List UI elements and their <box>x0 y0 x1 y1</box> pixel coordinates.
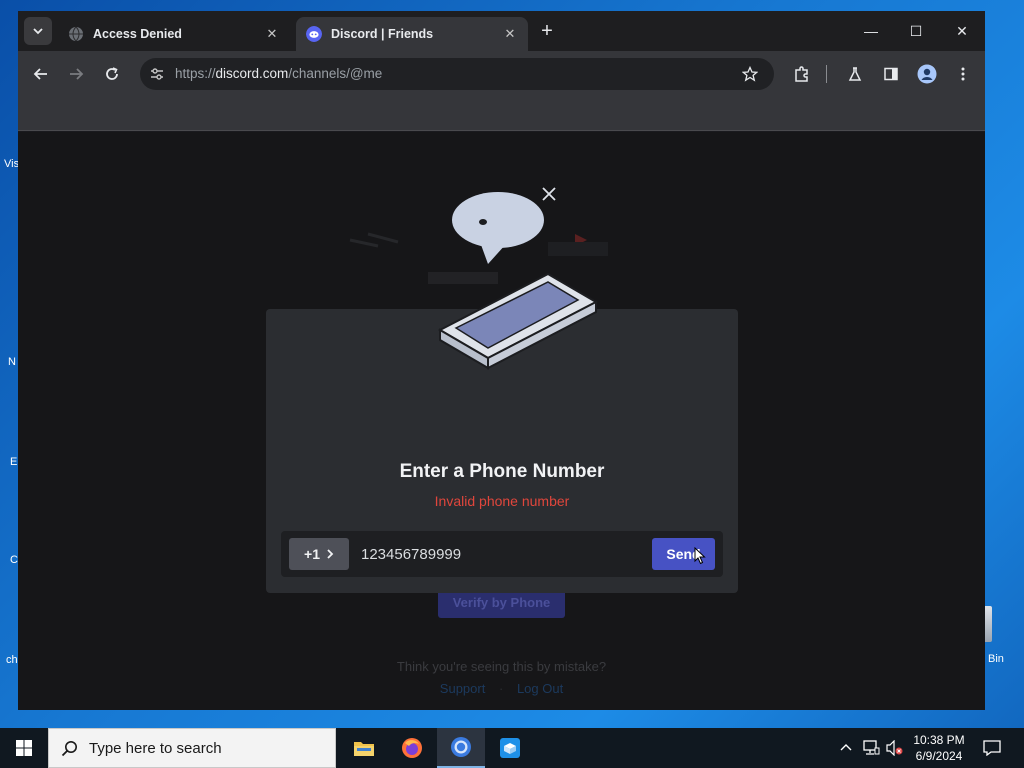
phone-illustration <box>349 187 608 370</box>
search-icon <box>61 741 77 757</box>
taskbar-firefox[interactable] <box>388 728 436 768</box>
phone-input-row: +1 Send <box>281 531 723 577</box>
url-path: /channels/@me <box>288 66 383 81</box>
puzzle-icon <box>794 65 808 82</box>
globe-icon <box>69 26 83 42</box>
page-content: Verify by Phone Think you're seeing this… <box>18 132 985 710</box>
tab-access-denied[interactable]: Access Denied ✕ <box>58 17 290 51</box>
arrow-right-icon <box>70 68 84 80</box>
side-panel-button[interactable] <box>880 63 902 85</box>
mouse-cursor-icon <box>694 547 706 565</box>
menu-button[interactable] <box>952 63 974 85</box>
discord-icon <box>306 26 322 42</box>
clock[interactable]: 10:38 PM 6/9/2024 <box>905 732 973 764</box>
close-window-button[interactable]: ✕ <box>939 19 985 43</box>
chrome-icon <box>451 737 471 757</box>
reload-button[interactable] <box>101 63 123 85</box>
close-tab-icon[interactable]: ✕ <box>264 26 280 42</box>
url-host: discord.com <box>215 66 289 81</box>
chevron-down-icon <box>33 28 43 35</box>
taskbar: Type here to search 10:38 PM 6/9/2024 <box>0 728 1024 768</box>
windows-logo-icon <box>16 740 32 756</box>
desktop-icon-label[interactable]: E <box>10 456 17 468</box>
url-text: https://discord.com/channels/@me <box>175 66 382 81</box>
address-bar[interactable]: https://discord.com/channels/@me <box>140 58 774 90</box>
start-button[interactable] <box>0 728 48 768</box>
taskbar-file-explorer[interactable] <box>340 728 388 768</box>
taskbar-chrome[interactable] <box>437 728 485 768</box>
support-links: Support · Log Out <box>18 681 985 696</box>
bookmarks-bar <box>18 97 985 131</box>
phone-number-input[interactable] <box>361 544 641 564</box>
support-link[interactable]: Support <box>440 681 486 696</box>
site-info-icon[interactable] <box>150 67 164 81</box>
bookmark-star-icon[interactable] <box>742 66 758 82</box>
country-code-button[interactable]: +1 <box>289 538 349 570</box>
search-placeholder: Type here to search <box>89 740 222 757</box>
tab-search-button[interactable] <box>24 17 52 45</box>
toolbar-divider <box>826 65 827 83</box>
modal-title: Enter a Phone Number <box>399 461 605 482</box>
maximize-button[interactable]: ☐ <box>893 19 939 43</box>
network-icon[interactable] <box>862 740 880 756</box>
clock-date: 6/9/2024 <box>915 749 963 763</box>
desktop-icon-label[interactable]: Bin <box>988 653 1004 665</box>
desktop-icon-label[interactable]: N <box>8 356 16 368</box>
clock-time: 10:38 PM <box>913 733 965 747</box>
notifications-icon[interactable] <box>983 740 1001 756</box>
side-panel-icon <box>884 67 898 81</box>
error-message: Invalid phone number <box>434 493 570 509</box>
taskbar-search[interactable]: Type here to search <box>48 728 336 768</box>
folder-icon <box>354 742 374 756</box>
volume-muted-icon[interactable] <box>886 740 904 756</box>
url-scheme: https:// <box>175 66 216 81</box>
taskbar-app[interactable] <box>486 728 534 768</box>
country-code: +1 <box>304 546 320 562</box>
desktop-icon-label[interactable]: C <box>10 554 18 566</box>
avatar-icon <box>917 64 937 84</box>
arrow-left-icon <box>33 68 47 80</box>
labs-button[interactable] <box>844 63 866 85</box>
tab-strip: Access Denied ✕ Discord | Friends ✕ + — … <box>18 11 985 51</box>
link-separator: · <box>498 681 504 696</box>
flask-icon <box>848 67 862 81</box>
browser-toolbar: https://discord.com/channels/@me <box>18 51 985 97</box>
chevron-right-icon <box>327 549 334 559</box>
app-box-icon <box>500 738 520 758</box>
back-button[interactable] <box>30 63 52 85</box>
desktop-icon-label[interactable]: Vis <box>4 158 19 170</box>
tab-discord-friends[interactable]: Discord | Friends ✕ <box>296 17 528 51</box>
desktop-icon-label[interactable]: ch <box>6 654 18 666</box>
reload-icon <box>106 67 118 80</box>
new-tab-button[interactable]: + <box>536 21 558 43</box>
profile-button[interactable] <box>916 63 938 85</box>
tab-title: Discord | Friends <box>331 27 434 41</box>
tab-title: Access Denied <box>93 27 182 41</box>
logout-link[interactable]: Log Out <box>517 681 563 696</box>
close-tab-icon[interactable]: ✕ <box>502 26 518 42</box>
extensions-button[interactable] <box>790 63 812 85</box>
forward-button[interactable] <box>65 63 87 85</box>
mistake-hint: Think you're seeing this by mistake? <box>396 659 607 674</box>
firefox-icon <box>402 738 422 758</box>
minimize-button[interactable]: — <box>848 19 894 43</box>
browser-window: Access Denied ✕ Discord | Friends ✕ + — … <box>18 11 985 710</box>
chevron-up-icon[interactable] <box>840 742 852 754</box>
more-vert-icon <box>961 67 965 81</box>
